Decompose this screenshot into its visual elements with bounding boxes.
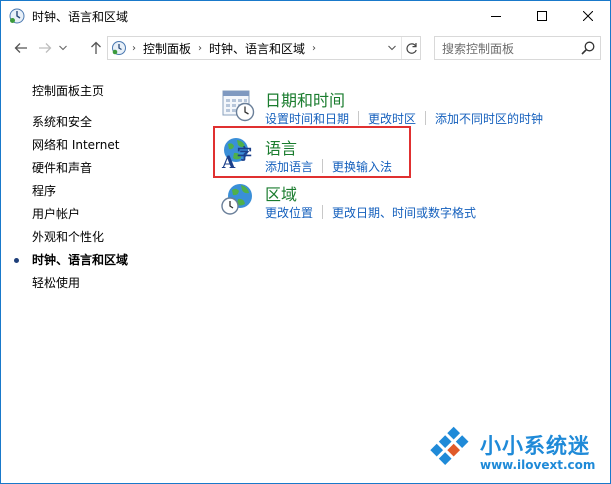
recent-locations-button[interactable] bbox=[57, 39, 69, 57]
link-change-formats[interactable]: 更改日期、时间或数字格式 bbox=[332, 204, 476, 221]
breadcrumb-item-control-panel[interactable]: 控制面板 bbox=[143, 40, 191, 57]
category-title-date-time[interactable]: 日期和时间 bbox=[265, 87, 345, 111]
arrow-right-icon bbox=[39, 43, 52, 53]
watermark-brand: 小小系统迷 bbox=[480, 434, 590, 458]
refresh-icon bbox=[406, 42, 417, 54]
breadcrumb-separator[interactable]: › bbox=[312, 43, 316, 54]
breadcrumb-item-clock-language-region[interactable]: 时钟、语言和区域 bbox=[209, 40, 305, 57]
up-button[interactable] bbox=[87, 39, 105, 57]
category-language: A 字 语言 添加语言 更换输入法 bbox=[220, 135, 580, 179]
maximize-icon bbox=[537, 11, 547, 21]
category-links: 设置时间和日期 更改时区 添加不同时区的时钟 bbox=[265, 110, 543, 127]
sidebar-item-programs[interactable]: 程序 bbox=[32, 183, 128, 206]
category-date-time: 日期和时间 设置时间和日期 更改时区 添加不同时区的时钟 bbox=[220, 87, 580, 131]
link-change-location[interactable]: 更改位置 bbox=[265, 204, 313, 221]
sidebar-item-appearance[interactable]: 外观和个性化 bbox=[32, 229, 128, 252]
svg-text:字: 字 bbox=[237, 145, 252, 163]
address-dropdown-button[interactable] bbox=[384, 37, 400, 59]
link-separator bbox=[322, 205, 324, 219]
language-globe-icon[interactable]: A 字 bbox=[220, 135, 256, 173]
search-input[interactable]: 搜索控制面板 bbox=[434, 36, 601, 60]
address-bar[interactable]: › 控制面板 › 时钟、语言和区域 › bbox=[107, 36, 421, 60]
window-title: 时钟、语言和区域 bbox=[32, 10, 129, 24]
navigation-bar: › 控制面板 › 时钟、语言和区域 › 搜索控制面板 bbox=[1, 31, 610, 65]
category-title-region[interactable]: 区域 bbox=[265, 181, 297, 205]
forward-button[interactable] bbox=[36, 39, 54, 57]
link-separator bbox=[358, 111, 360, 125]
sidebar-item-user-accounts[interactable]: 用户帐户 bbox=[32, 206, 128, 229]
category-links: 添加语言 更换输入法 bbox=[265, 158, 392, 175]
link-separator bbox=[322, 159, 324, 173]
title-bar[interactable]: 时钟、语言和区域 bbox=[1, 1, 610, 31]
link-separator bbox=[425, 111, 427, 125]
sidebar-item-clock-language-region[interactable]: 时钟、语言和区域 bbox=[14, 252, 129, 275]
breadcrumb-separator: › bbox=[132, 43, 136, 54]
left-nav-list: 系统和安全 网络和 Internet 硬件和声音 程序 用户帐户 外观和个性化 … bbox=[14, 114, 129, 298]
breadcrumb: › 控制面板 › 时钟、语言和区域 › bbox=[132, 40, 323, 57]
region-globe-icon[interactable] bbox=[220, 181, 256, 217]
link-set-time-date[interactable]: 设置时间和日期 bbox=[265, 110, 349, 127]
chevron-down-icon bbox=[388, 45, 396, 51]
category-title-language[interactable]: 语言 bbox=[265, 135, 297, 159]
search-icon[interactable] bbox=[580, 40, 596, 56]
sidebar-item-hardware-sound[interactable]: 硬件和声音 bbox=[32, 160, 128, 183]
close-icon bbox=[583, 11, 593, 21]
chevron-down-icon bbox=[59, 45, 67, 51]
control-panel-window: 时钟、语言和区域 › 控制面板 › 时钟、语言和区域 › 搜索控制面板 控制面板… bbox=[0, 0, 611, 484]
sidebar-item-network-internet[interactable]: 网络和 Internet bbox=[32, 137, 128, 160]
back-button[interactable] bbox=[12, 39, 30, 57]
control-panel-home-link[interactable]: 控制面板主页 bbox=[32, 82, 104, 99]
close-button[interactable] bbox=[565, 1, 610, 31]
arrow-up-icon bbox=[91, 41, 101, 54]
sidebar-item-label: 时钟、语言和区域 bbox=[32, 253, 129, 267]
watermark-url: www.ilovext.com bbox=[480, 458, 596, 472]
active-bullet-icon bbox=[14, 258, 19, 263]
category-links: 更改位置 更改日期、时间或数字格式 bbox=[265, 204, 476, 221]
watermark-logo-icon bbox=[430, 426, 469, 465]
sidebar-item-system-security[interactable]: 系统和安全 bbox=[32, 114, 128, 137]
search-placeholder: 搜索控制面板 bbox=[442, 42, 515, 56]
watermark: 小小系统迷 www.ilovext.com bbox=[420, 418, 606, 478]
sidebar-item-ease-of-access[interactable]: 轻松使用 bbox=[32, 275, 128, 298]
refresh-button[interactable] bbox=[401, 37, 421, 59]
arrow-left-icon bbox=[14, 43, 27, 53]
control-panel-icon bbox=[9, 8, 25, 24]
breadcrumb-separator[interactable]: › bbox=[198, 43, 202, 54]
link-add-clocks[interactable]: 添加不同时区的时钟 bbox=[435, 110, 543, 127]
minimize-button[interactable] bbox=[473, 1, 519, 31]
maximize-button[interactable] bbox=[519, 1, 565, 31]
link-change-time-zone[interactable]: 更改时区 bbox=[368, 110, 416, 127]
svg-text:A: A bbox=[221, 153, 236, 171]
calendar-clock-icon[interactable] bbox=[220, 87, 256, 123]
control-panel-icon bbox=[111, 40, 127, 56]
category-region: 区域 更改位置 更改日期、时间或数字格式 bbox=[220, 181, 580, 225]
minimize-icon bbox=[491, 16, 501, 17]
link-change-input-method[interactable]: 更换输入法 bbox=[332, 158, 392, 175]
left-navigation: 控制面板主页 系统和安全 网络和 Internet 硬件和声音 程序 用户帐户 … bbox=[1, 65, 201, 365]
link-add-language[interactable]: 添加语言 bbox=[265, 158, 313, 175]
